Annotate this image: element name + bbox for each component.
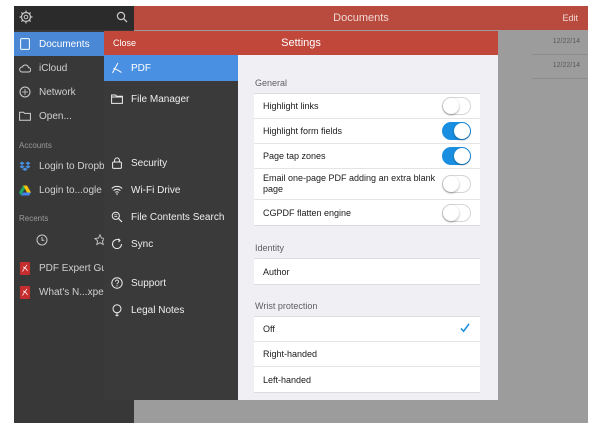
setting-row-cgpdf-flatten-engine: CGPDF flatten engine (254, 200, 480, 225)
settings-title: Settings (281, 37, 321, 49)
menu-item-legal-notes[interactable]: Legal Notes (104, 297, 238, 323)
menu-item-label: Wi-Fi Drive (131, 184, 181, 196)
sidebar-item-label: Network (39, 86, 76, 98)
option-label: Left-handed (263, 374, 312, 385)
edit-button[interactable]: Edit (562, 6, 578, 30)
menu-item-wifi-drive[interactable]: Wi-Fi Drive (104, 177, 238, 203)
setting-label: Page tap zones (263, 151, 326, 161)
accounts-header: Accounts (19, 141, 52, 150)
setting-label: Highlight form fields (263, 126, 343, 136)
menu-item-label: Support (131, 277, 167, 289)
help-icon (111, 277, 123, 289)
author-field[interactable]: Author (254, 259, 480, 284)
section-header-wrist-protection: Wrist protection (255, 301, 318, 311)
option-label: Right-handed (263, 349, 318, 359)
menu-item-support[interactable]: Support (104, 270, 238, 296)
folder-icon (19, 110, 31, 122)
pdf-icon (111, 62, 123, 74)
menu-item-label: File Contents Search (131, 211, 225, 223)
gear-icon[interactable] (19, 10, 35, 26)
menu-item-label: Legal Notes (131, 304, 185, 316)
google-drive-icon (19, 184, 31, 196)
setting-row-page-tap-zones: Page tap zones (254, 144, 480, 169)
settings-content: General Highlight links Highlight form f… (238, 55, 498, 400)
settings-header: Close Settings (104, 31, 498, 55)
page-tap-zones-toggle[interactable] (442, 147, 471, 165)
row-divider (532, 54, 588, 55)
sidebar-item-label: What's N...xpert (39, 286, 110, 298)
setting-label: CGPDF flatten engine (263, 207, 352, 218)
setting-row-highlight-form-fields: Highlight form fields (254, 119, 480, 144)
cgpdf-flatten-engine-toggle[interactable] (442, 203, 471, 222)
lock-icon (111, 157, 123, 169)
menu-item-file-manager[interactable]: File Manager (104, 86, 238, 112)
wrist-protection-group: Off Right-handed Left-handed (254, 316, 480, 393)
folder-icon (111, 93, 123, 105)
search-icon (111, 211, 123, 223)
search-icon[interactable] (116, 10, 130, 24)
sync-icon (111, 238, 123, 250)
menu-item-label: PDF (131, 62, 151, 74)
cloud-icon (19, 62, 31, 74)
document-icon (19, 38, 31, 50)
setting-row-highlight-links: Highlight links (254, 94, 480, 119)
highlight-links-toggle[interactable] (442, 97, 471, 115)
document-date: 12/22/14 (552, 62, 580, 69)
settings-modal: Close Settings PDF File Manager Security… (104, 31, 498, 400)
info-icon (111, 303, 123, 316)
setting-label: Email one-page PDF adding an extra blank… (263, 173, 436, 194)
network-icon (19, 86, 31, 98)
section-header-identity: Identity (255, 243, 285, 253)
menu-item-label: Security (131, 157, 168, 169)
identity-group: Author (254, 258, 480, 285)
clock-icon[interactable] (36, 233, 48, 246)
wrist-option-left-handed[interactable]: Left-handed (254, 367, 480, 392)
checkmark-icon (460, 323, 470, 333)
page-title: Documents (333, 12, 389, 24)
wrist-option-off[interactable]: Off (254, 317, 480, 342)
section-header-general: General (255, 78, 288, 88)
menu-item-file-contents-search[interactable]: File Contents Search (104, 204, 238, 230)
sidebar-item-label: Open... (39, 110, 72, 122)
setting-row-email-one-page-pdf: Email one-page PDF adding an extra blank… (254, 169, 480, 200)
wifi-icon (111, 184, 123, 196)
pdf-file-icon (19, 261, 31, 275)
recents-header: Recents (19, 214, 49, 223)
menu-item-security[interactable]: Security (104, 150, 238, 176)
background-toolbar: Documents Edit (134, 6, 588, 30)
pdf-file-icon (19, 285, 31, 299)
menu-item-label: Sync (131, 238, 154, 250)
author-label: Author (263, 266, 290, 277)
row-divider (532, 78, 588, 79)
email-one-page-pdf-toggle[interactable] (442, 175, 471, 193)
general-group: Highlight links Highlight form fields Pa… (254, 93, 480, 226)
settings-menu: PDF File Manager Security Wi-Fi Drive Fi… (104, 55, 238, 400)
sidebar-toolbar (14, 6, 134, 30)
dropbox-icon (19, 160, 31, 172)
highlight-form-fields-toggle[interactable] (442, 122, 471, 140)
menu-item-sync[interactable]: Sync (104, 231, 238, 257)
menu-item-pdf[interactable]: PDF (104, 55, 238, 81)
option-label: Off (263, 324, 275, 334)
sidebar-item-label: Documents (39, 38, 90, 50)
menu-item-label: File Manager (131, 93, 190, 105)
sidebar-item-label: iCloud (39, 62, 68, 74)
document-date: 12/22/14 (552, 38, 580, 45)
setting-label: Highlight links (263, 101, 319, 111)
wrist-option-right-handed[interactable]: Right-handed (254, 342, 480, 367)
app-screen: Documents iCloud Network Open... Account… (14, 6, 588, 423)
